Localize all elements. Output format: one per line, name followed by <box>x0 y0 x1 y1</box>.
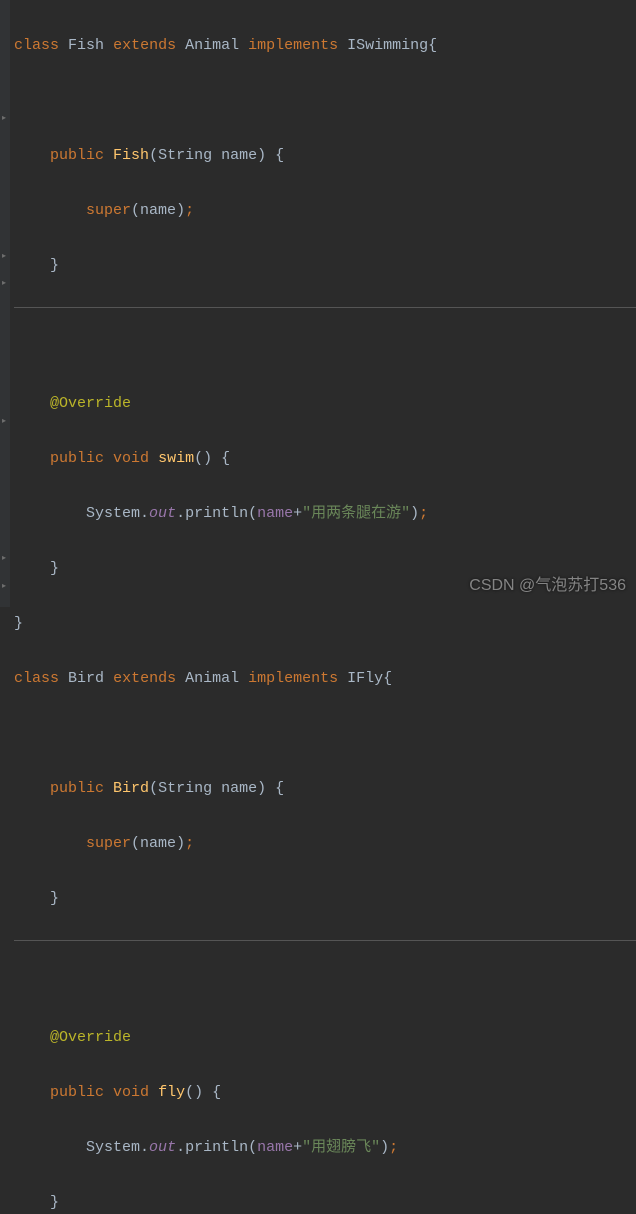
code-line: public Fish(String name) { <box>14 142 636 170</box>
code-line: public void swim() { <box>14 445 636 473</box>
watermark: CSDN @气泡苏打536 <box>469 572 626 600</box>
fold-marker-icon[interactable]: ▸ <box>2 280 6 288</box>
code-line: @Override <box>14 1024 636 1052</box>
code-line <box>14 335 636 363</box>
code-line: class Fish extends Animal implements ISw… <box>14 32 636 60</box>
code-line: } <box>14 610 636 638</box>
code-line <box>14 87 636 115</box>
fold-marker-icon[interactable]: ▸ <box>2 583 6 591</box>
fold-marker-icon[interactable]: ▸ <box>2 115 6 123</box>
code-line: public void fly() { <box>14 1079 636 1107</box>
code-line <box>14 969 636 997</box>
method-separator <box>14 940 636 941</box>
fold-marker-icon[interactable]: ▸ <box>2 555 6 563</box>
code-line: super(name); <box>14 830 636 858</box>
code-line: } <box>14 252 636 280</box>
code-line: class Bird extends Animal implements IFl… <box>14 665 636 693</box>
fold-marker-icon[interactable]: ▸ <box>2 253 6 261</box>
code-line: @Override <box>14 390 636 418</box>
code-content[interactable]: class Fish extends Animal implements ISw… <box>10 0 636 607</box>
fold-marker-icon[interactable]: ▸ <box>2 418 6 426</box>
code-line: } <box>14 1189 636 1214</box>
code-line: System.out.println(name+"用翅膀飞"); <box>14 1134 636 1162</box>
code-line <box>14 720 636 748</box>
gutter: ▸ ▸ ▸ ▸ ▸ ▸ <box>0 0 10 607</box>
code-line: super(name); <box>14 197 636 225</box>
code-line: public Bird(String name) { <box>14 775 636 803</box>
code-line: System.out.println(name+"用两条腿在游"); <box>14 500 636 528</box>
code-editor: ▸ ▸ ▸ ▸ ▸ ▸ class Fish extends Animal im… <box>0 0 636 607</box>
method-separator <box>14 307 636 308</box>
code-line: } <box>14 885 636 913</box>
